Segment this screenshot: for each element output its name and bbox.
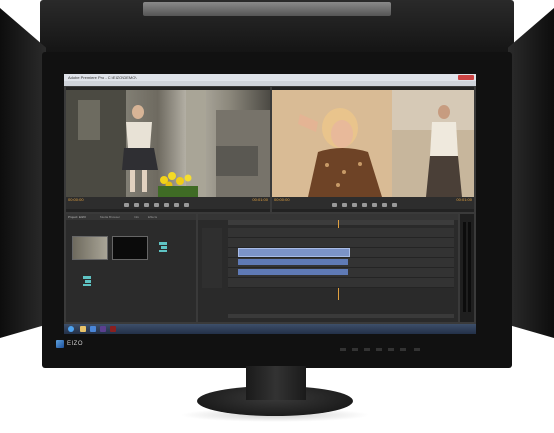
video-clip[interactable] [238, 248, 350, 257]
timeline-track[interactable] [228, 248, 454, 258]
tab-info[interactable]: Info [134, 214, 139, 220]
start-button-icon[interactable] [68, 326, 74, 332]
tab-project[interactable]: Project: EIZO [68, 214, 86, 220]
extract-button[interactable] [392, 203, 397, 207]
monitor-hood-left [0, 8, 46, 338]
app-icon[interactable] [110, 326, 116, 332]
play-button[interactable] [144, 203, 149, 207]
timeline-track[interactable] [228, 228, 454, 238]
source-monitor-controls: 00:00:00 00:01:00 [66, 197, 270, 209]
project-panel-tabs: Project: EIZO Media Browser Info Effects [66, 214, 196, 220]
monitor-button[interactable] [388, 348, 394, 351]
tab-effects[interactable]: Effects [148, 214, 157, 220]
brand-name: EIZO [67, 341, 84, 347]
project-clip-thumbnail[interactable] [72, 236, 108, 260]
insert-button[interactable] [174, 203, 179, 207]
track-headers[interactable] [202, 228, 222, 288]
audio-meters [460, 214, 474, 322]
power-button[interactable] [414, 348, 420, 351]
source-timecode-in: 00:00:00 [68, 197, 84, 202]
timeline-track[interactable] [228, 268, 454, 278]
mark-in-button[interactable] [124, 203, 129, 207]
source-monitor[interactable]: 00:00:00 00:01:00 [66, 87, 270, 212]
timeline-panel[interactable] [198, 214, 458, 322]
window-title: Adobe Premiere Pro - C:\EIZO\DEMO\ [68, 75, 137, 80]
sequence-icon[interactable] [80, 274, 94, 288]
menu-bar[interactable] [64, 81, 476, 86]
monitor-button[interactable] [376, 348, 382, 351]
program-monitor[interactable]: 00:00:00 00:01:00 [272, 87, 474, 212]
meter-left [463, 222, 466, 312]
monitor-button[interactable] [364, 348, 370, 351]
source-timecode-out: 00:01:00 [252, 197, 268, 202]
program-timecode-in: 00:00:00 [274, 197, 290, 202]
time-ruler[interactable] [228, 220, 454, 225]
program-mark-in-button[interactable] [332, 203, 337, 207]
hood-calibration-slot [143, 2, 391, 16]
program-play-button[interactable] [352, 203, 357, 207]
monitor-button[interactable] [400, 348, 406, 351]
overwrite-button[interactable] [184, 203, 189, 207]
stand-neck [246, 366, 306, 400]
timeline-track[interactable] [228, 238, 454, 248]
program-monitor-controls: 00:00:00 00:01:00 [272, 197, 474, 209]
explorer-icon[interactable] [80, 326, 86, 332]
monitor-button[interactable] [340, 348, 346, 351]
audio-clip[interactable] [238, 259, 348, 265]
project-panel[interactable]: Project: EIZO Media Browser Info Effects [66, 214, 196, 322]
tab-media-browser[interactable]: Media Browser [100, 214, 120, 220]
project-clip-thumbnail[interactable] [112, 236, 148, 260]
step-back-button[interactable] [134, 203, 139, 207]
source-monitor-frame [66, 90, 270, 197]
monitor-screen: Adobe Premiere Pro - C:\EIZO\DEMO\ 00:00… [64, 74, 476, 334]
program-mark-out-button[interactable] [372, 203, 377, 207]
eizo-logo-icon [56, 340, 64, 348]
browser-icon[interactable] [90, 326, 96, 332]
monitor-hood-right [508, 8, 554, 338]
step-forward-button[interactable] [154, 203, 159, 207]
audio-clip[interactable] [238, 269, 348, 275]
premiere-icon[interactable] [100, 326, 106, 332]
taskbar [64, 324, 476, 334]
window-controls[interactable] [458, 75, 474, 80]
sequence-icon[interactable] [156, 240, 170, 254]
program-step-forward-button[interactable] [362, 203, 367, 207]
timeline-scrollbar[interactable] [228, 314, 454, 318]
mark-out-button[interactable] [164, 203, 169, 207]
window-titlebar: Adobe Premiere Pro - C:\EIZO\DEMO\ [64, 74, 476, 81]
meter-right [468, 222, 471, 312]
timeline-track[interactable] [228, 258, 454, 268]
lift-button[interactable] [382, 203, 387, 207]
program-step-back-button[interactable] [342, 203, 347, 207]
program-scene-image [272, 90, 474, 197]
source-scene-image [66, 90, 270, 197]
monitor-button[interactable] [352, 348, 358, 351]
program-timecode-out: 00:01:00 [456, 197, 472, 202]
timeline-track[interactable] [228, 278, 454, 288]
program-monitor-frame [272, 90, 474, 197]
